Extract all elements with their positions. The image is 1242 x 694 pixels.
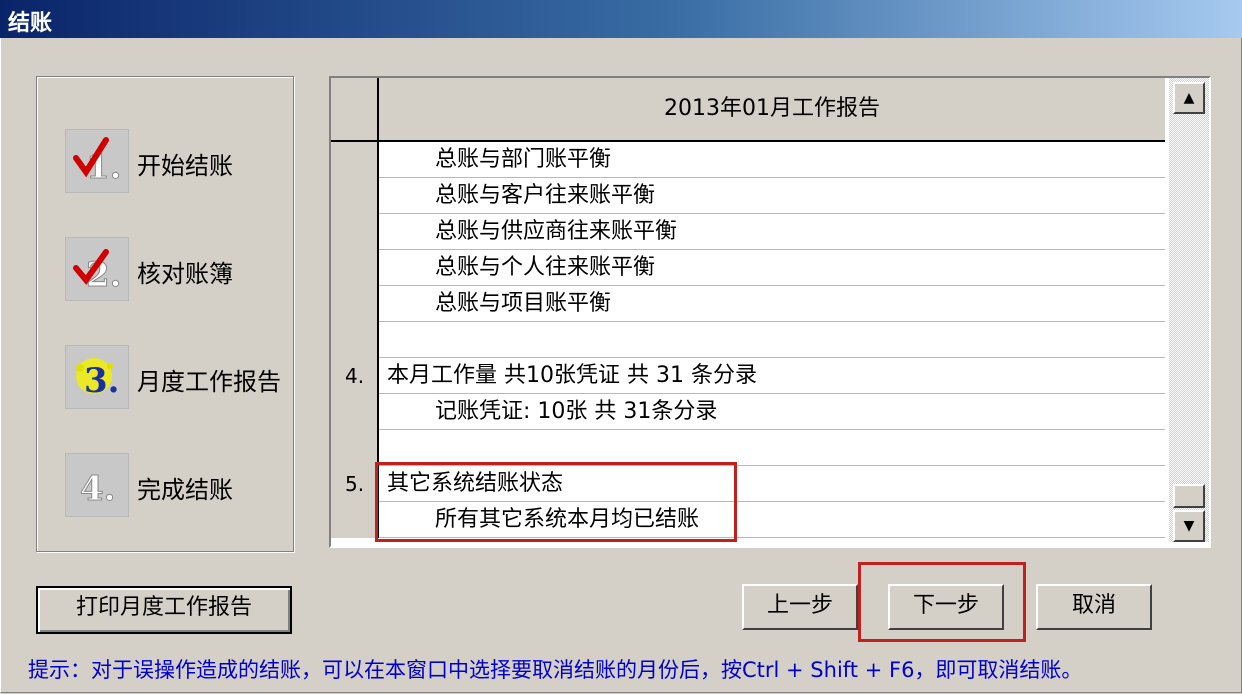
step-label: 核对账簿 [137, 260, 233, 288]
grid-corner [331, 78, 379, 142]
scrollbar-thumb[interactable] [1173, 484, 1205, 508]
table-row[interactable]: 总账与供应商往来账平衡 [331, 214, 1165, 250]
print-report-button[interactable]: 打印月度工作报告 [36, 586, 292, 634]
table-row[interactable]: 4. 本月工作量 共10张凭证 共 31 条分录 [331, 358, 1165, 394]
step-monthly-report: 3. 月度工作报告 [65, 345, 285, 409]
step-4-icon: 4. [65, 453, 129, 517]
window-title: 结账 [8, 11, 53, 36]
svg-text:3.: 3. [84, 361, 120, 401]
next-step-button[interactable]: 下一步 [888, 584, 1004, 630]
table-row[interactable]: 总账与客户往来账平衡 [331, 178, 1165, 214]
step-finish-closing: 4. 完成结账 [65, 453, 285, 517]
step-label: 完成结账 [137, 476, 233, 504]
report-step-3-icon: 3. [65, 345, 129, 409]
check-step-2-icon: 2. [65, 237, 129, 301]
table-row[interactable]: 记账凭证: 10张 共 31条分录 [331, 394, 1165, 430]
highlight-annotation-status [375, 462, 737, 542]
vertical-scrollbar[interactable]: ▲ ▼ [1169, 78, 1209, 542]
step-start-closing: 1. 开始结账 [65, 129, 285, 193]
report-title: 2013年01月工作报告 [379, 78, 1165, 142]
check-step-1-icon: 1. [65, 129, 129, 193]
step-check-books: 2. 核对账簿 [65, 237, 285, 301]
title-bar: 结账 [0, 0, 1242, 38]
table-row[interactable] [331, 322, 1165, 358]
table-row[interactable] [331, 430, 1165, 466]
table-row[interactable]: 总账与项目账平衡 [331, 286, 1165, 322]
table-row[interactable]: 总账与个人往来账平衡 [331, 250, 1165, 286]
scroll-down-arrow-icon[interactable]: ▼ [1173, 510, 1205, 542]
step-label: 月度工作报告 [137, 368, 281, 396]
step-label: 开始结账 [137, 152, 233, 180]
table-row[interactable]: 总账与部门账平衡 [331, 142, 1165, 178]
svg-text:4.: 4. [80, 469, 116, 509]
steps-panel: 1. 开始结账 2. 核对账簿 3. 月度工作报告 4. 完成结账 [36, 76, 294, 552]
cancel-button[interactable]: 取消 [1036, 584, 1152, 630]
scroll-up-arrow-icon[interactable]: ▲ [1173, 82, 1205, 114]
prev-step-button[interactable]: 上一步 [742, 584, 858, 630]
hint-text: 提示：对于误操作造成的结账，可以在本窗口中选择要取消结账的月份后，按Ctrl +… [28, 658, 1083, 682]
